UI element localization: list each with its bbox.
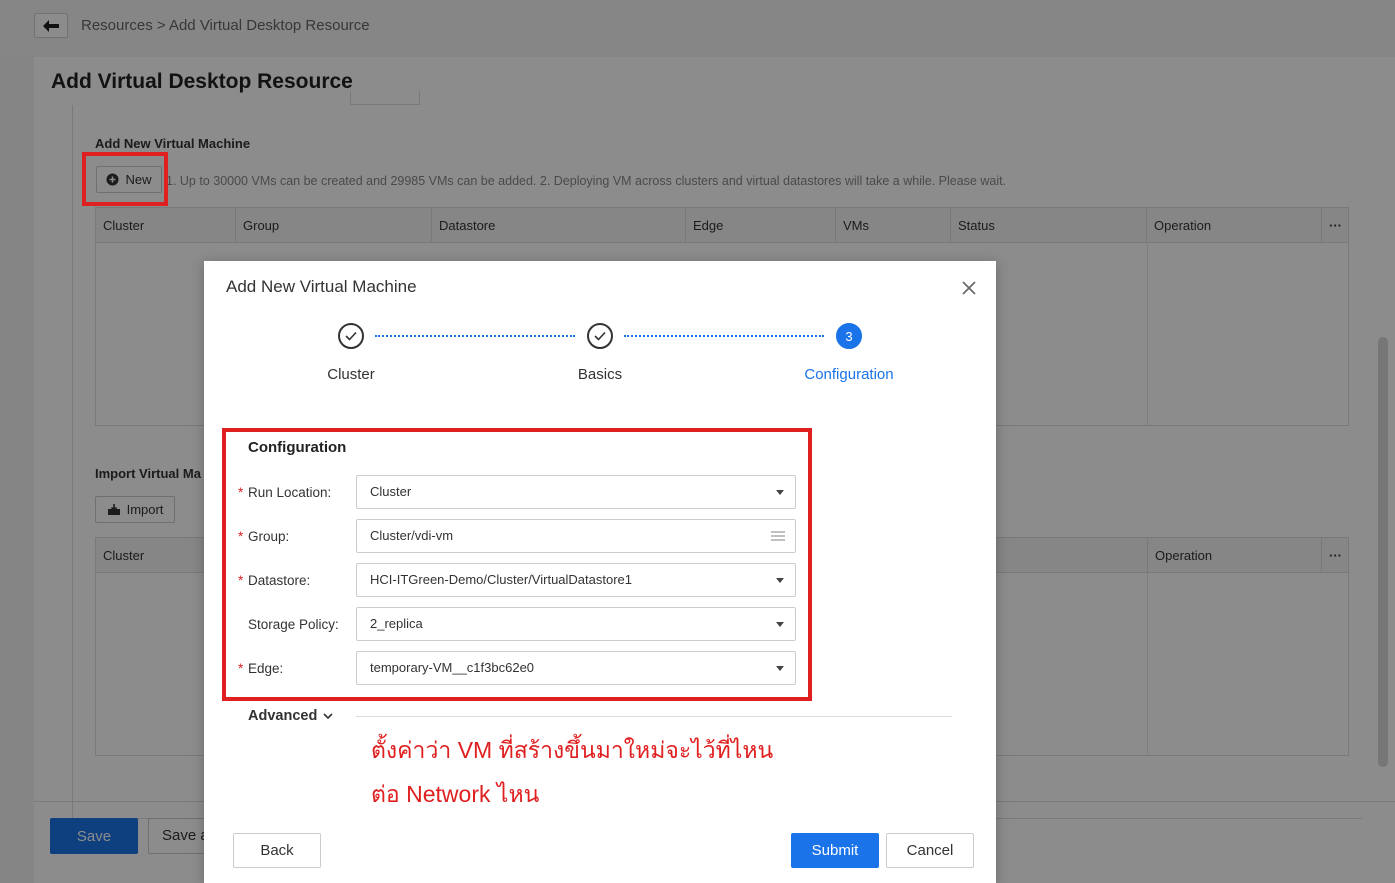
step-basics-check-icon [587, 323, 613, 349]
highlight-configuration [222, 428, 812, 701]
step-label-basics: Basics [577, 366, 623, 383]
advanced-toggle[interactable]: Advanced [248, 708, 333, 724]
step-label-cluster: Cluster [327, 366, 375, 383]
step-cluster-check-icon [338, 323, 364, 349]
step-label-configuration: Configuration [804, 366, 894, 383]
close-icon[interactable] [960, 279, 978, 297]
highlight-new-button [82, 152, 168, 206]
advanced-label: Advanced [248, 708, 318, 724]
cancel-button[interactable]: Cancel [886, 833, 974, 868]
advanced-divider [356, 716, 952, 717]
step-connector [375, 335, 575, 337]
annotation-line-2: ต่อ Network ไหน [371, 781, 540, 807]
annotation-line-1: ตั้งค่าว่า VM ที่สร้างขึ้นมาใหม่จะไว้ที่… [371, 737, 774, 763]
step-configuration-number: 3 [836, 323, 862, 349]
chevron-down-icon [323, 712, 333, 719]
dialog-title: Add New Virtual Machine [226, 277, 417, 296]
submit-button[interactable]: Submit [791, 833, 879, 868]
step-connector [624, 335, 824, 337]
back-button[interactable]: Back [233, 833, 321, 868]
